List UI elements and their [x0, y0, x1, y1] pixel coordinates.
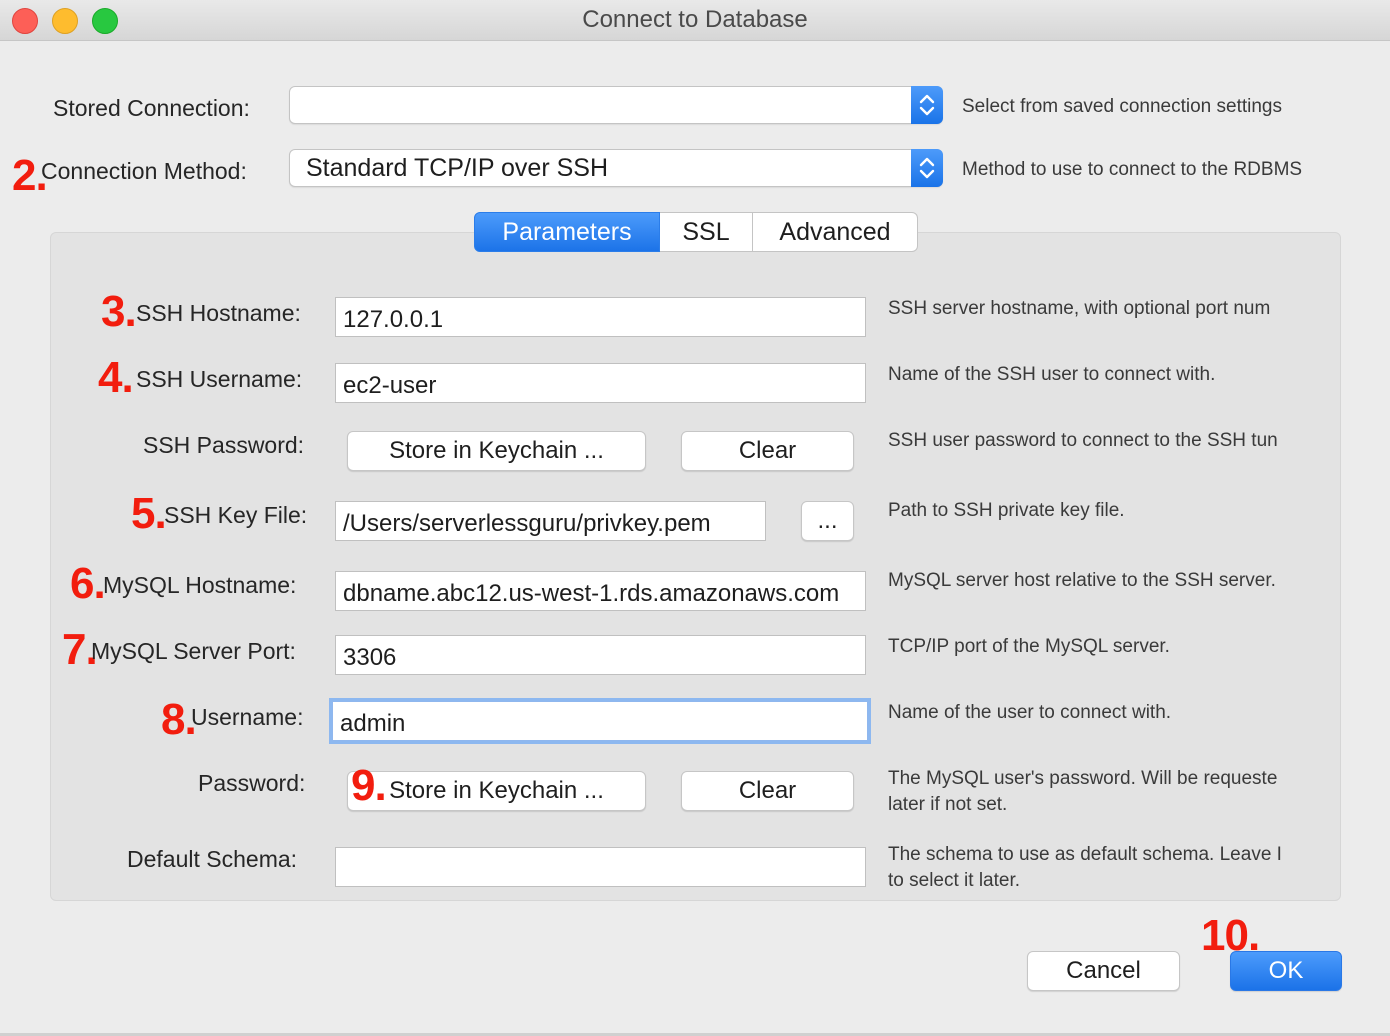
ssh-hostname-hint: SSH server hostname, with optional port …	[888, 298, 1271, 319]
tab-ssl[interactable]: SSL	[660, 212, 753, 252]
stored-connection-label: Stored Connection:	[53, 95, 250, 121]
password-hint-line2: later if not set.	[888, 794, 1008, 815]
connection-method-label: Connection Method:	[41, 158, 247, 184]
default-schema-input[interactable]	[335, 847, 866, 887]
username-input[interactable]: admin	[332, 701, 868, 741]
ssh-password-label: SSH Password:	[143, 432, 305, 458]
mysql-port-hint: TCP/IP port of the MySQL server.	[888, 636, 1170, 657]
tab-advanced[interactable]: Advanced	[753, 212, 918, 252]
annotation-3: 3.	[101, 287, 137, 336]
username-label: Username:	[191, 704, 304, 730]
mysql-store-keychain-button[interactable]: Store in Keychain ...	[347, 771, 646, 811]
password-hint-line1: The MySQL user's password. Will be reque…	[888, 768, 1278, 789]
ssh-hostname-input[interactable]: 127.0.0.1	[335, 297, 866, 337]
ok-button[interactable]: OK	[1230, 951, 1342, 991]
ssh-key-file-label: SSH Key File:	[164, 502, 308, 528]
stored-connection-hint: Select from saved connection settings	[962, 96, 1283, 117]
window-title: Connect to Database	[582, 6, 808, 33]
ssh-key-file-hint: Path to SSH private key file.	[888, 500, 1125, 521]
mysql-hostname-hint: MySQL server host relative to the SSH se…	[888, 570, 1276, 591]
title-bar: Connect to Database	[0, 0, 1390, 41]
ssh-key-file-input[interactable]: /Users/serverlessguru/privkey.pem	[335, 501, 766, 541]
ssh-username-hint: Name of the SSH user to connect with.	[888, 364, 1216, 385]
username-hint: Name of the user to connect with.	[888, 702, 1172, 723]
ssh-clear-button[interactable]: Clear	[681, 431, 854, 471]
default-schema-hint-line1: The schema to use as default schema. Lea…	[888, 844, 1282, 865]
mysql-hostname-input[interactable]: dbname.abc12.us-west-1.rds.amazonaws.com	[335, 571, 866, 611]
cancel-button[interactable]: Cancel	[1027, 951, 1180, 991]
ssh-username-input[interactable]: ec2-user	[335, 363, 866, 403]
tab-parameters[interactable]: Parameters	[474, 212, 660, 252]
default-schema-hint-line2: to select it later.	[888, 870, 1021, 891]
annotation-9: 9.	[351, 761, 387, 810]
default-schema-label: Default Schema:	[127, 846, 298, 872]
connection-method-value: Standard TCP/IP over SSH	[306, 154, 609, 182]
connection-method-select[interactable]: Standard TCP/IP over SSH	[289, 149, 943, 187]
annotation-5: 5.	[131, 489, 167, 538]
mysql-clear-button[interactable]: Clear	[681, 771, 854, 811]
select-stepper-icon	[911, 149, 943, 187]
connection-method-hint: Method to use to connect to the RDBMS	[962, 159, 1303, 180]
password-label: Password:	[198, 770, 306, 796]
ssh-store-keychain-button[interactable]: Store in Keychain ...	[347, 431, 646, 471]
ssh-hostname-label: SSH Hostname:	[136, 300, 301, 326]
mysql-port-label: MySQL Server Port:	[91, 638, 296, 664]
select-stepper-icon	[911, 86, 943, 124]
mysql-hostname-label: MySQL Hostname:	[103, 572, 297, 598]
annotation-4: 4.	[98, 353, 134, 402]
ssh-password-hint: SSH user password to connect to the SSH …	[888, 430, 1278, 451]
annotation-6: 6.	[70, 559, 106, 608]
mysql-port-input[interactable]: 3306	[335, 635, 866, 675]
tab-bar: Parameters SSL Advanced	[474, 212, 918, 252]
stored-connection-select[interactable]	[289, 86, 943, 124]
ssh-key-browse-button[interactable]: ...	[801, 501, 854, 541]
ssh-username-label: SSH Username:	[136, 366, 303, 392]
